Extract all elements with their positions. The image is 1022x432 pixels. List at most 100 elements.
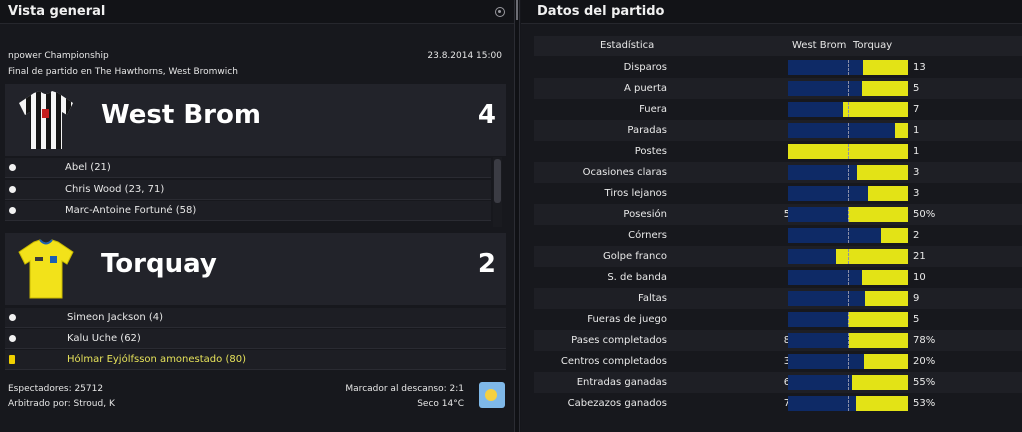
away-jersey-icon: [18, 239, 74, 299]
event-text: Hólmar Eyjólfsson amonestado (80): [67, 354, 246, 365]
stat-comparison-bar: [788, 123, 908, 138]
scrollbar-thumb[interactable]: [494, 159, 501, 203]
stat-comparison-bar: [788, 186, 908, 201]
away-stat-value: 78%: [913, 335, 936, 346]
stat-name: Fueras de juego: [587, 314, 667, 325]
referee-text: Arbitrado por: Stroud, K: [8, 399, 115, 409]
stat-comparison-bar: [788, 333, 908, 348]
stat-name: Tiros lejanos: [604, 188, 667, 199]
event-text: Chris Wood (23, 71): [65, 184, 165, 195]
away-stat-value: 7: [913, 104, 920, 115]
away-stat-value: 13: [913, 62, 926, 73]
home-bar: [788, 270, 862, 285]
away-stat-value: 1: [913, 146, 920, 157]
home-goal-row: Abel (21): [5, 158, 491, 178]
away-bar: [862, 270, 908, 285]
home-bar: [788, 60, 863, 75]
venue-line: Final de partido en The Hawthorns, West …: [8, 67, 238, 77]
away-bar: [868, 186, 908, 201]
stat-comparison-bar: [788, 291, 908, 306]
away-bar: [865, 291, 908, 306]
away-goal-row: Kalu Uche (62): [5, 329, 506, 349]
away-team-block: Torquay 2: [5, 233, 506, 305]
attendance-text: Espectadores: 25712: [8, 384, 104, 394]
match-datetime: 23.8.2014 15:00: [427, 51, 502, 61]
away-bar: [836, 249, 908, 264]
stat-row: Golpe franco1421: [534, 246, 1022, 267]
bar-midline: [848, 375, 849, 390]
divider-handle[interactable]: [516, 0, 518, 20]
bar-midline: [848, 186, 849, 201]
away-card-row: Hólmar Eyjólfsson amonestado (80): [5, 350, 506, 370]
ball-icon: [9, 164, 16, 171]
stat-row: Tiros lejanos63: [534, 183, 1022, 204]
home-bar: [788, 396, 856, 411]
stat-comparison-bar: [788, 165, 908, 180]
overview-header: Vista general: [0, 0, 514, 24]
halftime-score: Marcador al descanso: 2:1: [345, 384, 464, 394]
bar-midline: [848, 354, 849, 369]
away-bar: [881, 228, 908, 243]
stat-row: Ocasiones claras43: [534, 162, 1022, 183]
away-stat-value: 50%: [913, 209, 936, 220]
stat-comparison-bar: [788, 375, 908, 390]
stat-row: Córners72: [534, 225, 1022, 246]
event-text: Simeon Jackson (4): [67, 312, 164, 323]
away-stat-value: 53%: [913, 398, 936, 409]
away-stat-value: 21: [913, 251, 926, 262]
stat-row: S. de banda1610: [534, 267, 1022, 288]
event-text: Abel (21): [65, 162, 111, 173]
bar-midline: [848, 291, 849, 306]
stat-row: Pases completados82%78%: [534, 330, 1022, 351]
stat-column-label: Estadística: [600, 40, 655, 51]
away-bar: [848, 207, 908, 222]
stats-column-header: Estadística West Brom Torquay: [534, 36, 1022, 56]
bar-midline: [848, 249, 849, 264]
match-stats-panel: Datos del partido Estadística West Brom …: [521, 0, 1022, 432]
away-stat-value: 20%: [913, 356, 936, 367]
match-stats-title: Datos del partido: [537, 4, 665, 19]
yellow-card-icon: [9, 355, 15, 364]
stat-comparison-bar: [788, 81, 908, 96]
stat-comparison-bar: [788, 354, 908, 369]
stat-row: Faltas169: [534, 288, 1022, 309]
away-stat-value: 2: [913, 230, 920, 241]
away-bar: [857, 165, 908, 180]
away-bar: [849, 333, 908, 348]
bar-midline: [848, 123, 849, 138]
home-bar: [788, 291, 865, 306]
weather-text: Seco 14°C: [417, 399, 464, 409]
gear-icon[interactable]: [495, 7, 505, 17]
away-bar: [848, 312, 908, 327]
panel-divider[interactable]: [514, 0, 520, 432]
home-jersey-icon: [19, 91, 73, 149]
stat-name: Golpe franco: [602, 251, 667, 262]
home-bar: [788, 102, 843, 117]
competition-name: npower Championship: [8, 51, 109, 61]
events-scrollbar[interactable]: [493, 157, 502, 227]
sunny-weather-icon: [479, 382, 505, 408]
bar-midline: [848, 102, 849, 117]
stat-row: Paradas81: [534, 120, 1022, 141]
overview-title: Vista general: [8, 4, 106, 19]
ball-icon: [9, 314, 16, 321]
stat-name: Paradas: [627, 125, 667, 136]
away-stat-value: 9: [913, 293, 920, 304]
stat-row: Centros completados34%20%: [534, 351, 1022, 372]
home-bar: [788, 81, 862, 96]
home-bar: [788, 228, 881, 243]
bar-midline: [848, 207, 849, 222]
home-bar: [788, 354, 864, 369]
home-bar: [788, 333, 849, 348]
stat-comparison-bar: [788, 144, 908, 159]
away-stat-value: 1: [913, 125, 920, 136]
home-bar: [788, 249, 836, 264]
stat-comparison-bar: [788, 207, 908, 222]
stat-row: Fueras de juego55: [534, 309, 1022, 330]
home-goal-row: Chris Wood (23, 71): [5, 180, 491, 200]
stat-name: Pases completados: [571, 335, 667, 346]
away-bar: [862, 81, 908, 96]
bar-midline: [848, 60, 849, 75]
stat-name: Córners: [628, 230, 667, 241]
stat-comparison-bar: [788, 312, 908, 327]
